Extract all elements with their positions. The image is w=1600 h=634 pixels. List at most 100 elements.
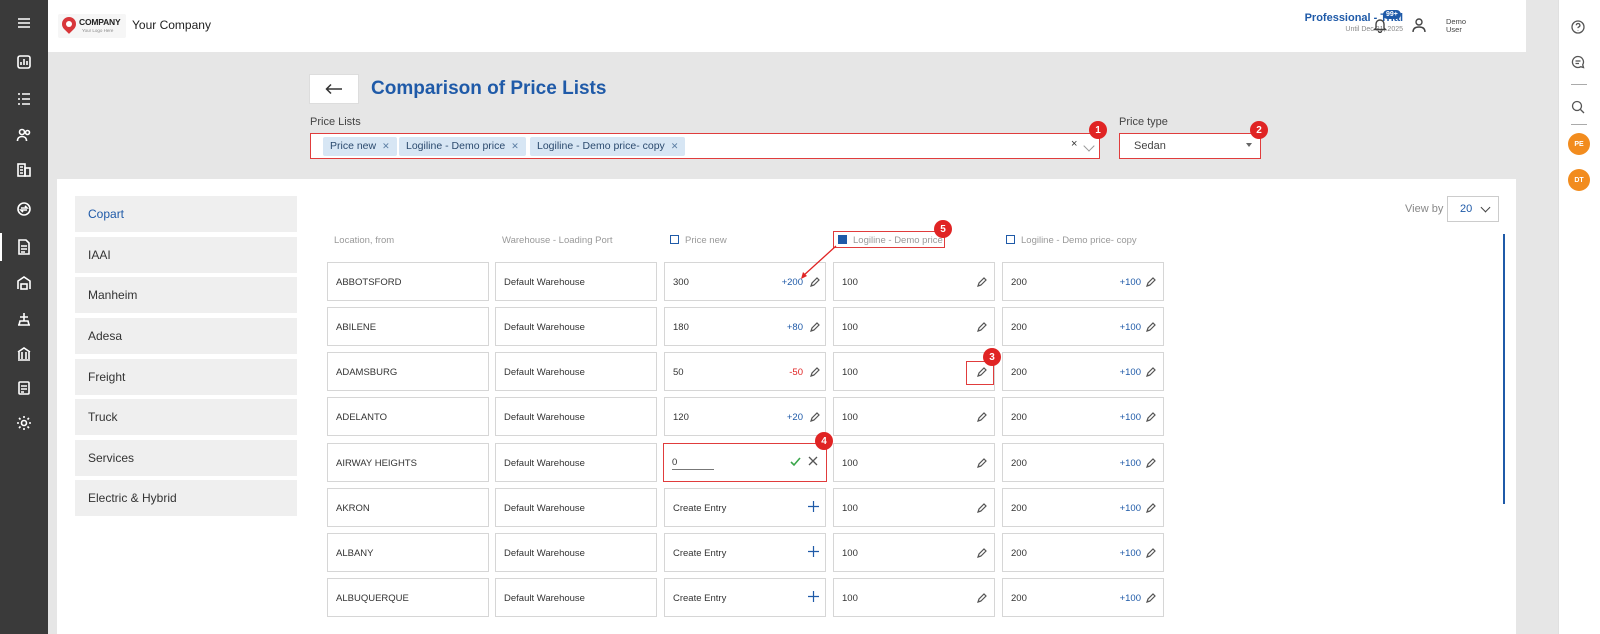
bank-icon[interactable]: [0, 336, 48, 372]
table-cell-demo-price[interactable]: 100: [833, 488, 995, 527]
price-type-select[interactable]: Sedan: [1119, 133, 1261, 159]
avatar[interactable]: DT: [1568, 169, 1590, 191]
price-list-chip[interactable]: Logiline - Demo price ✕: [399, 137, 526, 156]
user-name[interactable]: Demo User: [1446, 18, 1476, 34]
category-item-iaai[interactable]: IAAI: [75, 237, 297, 273]
create-entry-text: Create Entry: [673, 548, 727, 559]
category-item-freight[interactable]: Freight: [75, 359, 297, 395]
warehouse-text: Default Warehouse: [504, 367, 585, 378]
table-cell-price-new-create[interactable]: Create Entry: [664, 533, 826, 572]
table-cell-warehouse: Default Warehouse: [495, 578, 657, 617]
edit-pencil-icon[interactable]: [1145, 548, 1156, 559]
edit-pencil-icon[interactable]: [1145, 593, 1156, 604]
edit-pencil-icon[interactable]: [1145, 503, 1156, 514]
exchange-icon[interactable]: [0, 191, 48, 227]
price-list-chip[interactable]: Logiline - Demo price- copy ✕: [530, 137, 686, 156]
table-cell-demo-price-copy[interactable]: 200 +100: [1002, 262, 1164, 301]
checkbox[interactable]: [670, 235, 679, 244]
edit-pencil-icon[interactable]: [1145, 458, 1156, 469]
port-icon[interactable]: [0, 301, 48, 337]
table-cell-demo-price-copy[interactable]: 200 +100: [1002, 488, 1164, 527]
price-lists-select[interactable]: Price new ✕ Logiline - Demo price ✕ Logili…: [310, 133, 1100, 159]
table-cell-demo-price[interactable]: 100: [833, 262, 995, 301]
chip-remove-icon[interactable]: ✕: [511, 141, 519, 151]
category-item-manheim[interactable]: Manheim: [75, 277, 297, 313]
add-plus-icon[interactable]: [808, 591, 819, 602]
warehouse-text: Default Warehouse: [504, 548, 585, 559]
table-cell-demo-price-copy[interactable]: 200 +100: [1002, 578, 1164, 617]
list-icon[interactable]: [0, 81, 48, 117]
edit-pencil-icon[interactable]: [809, 277, 820, 288]
table-cell-price-new-create[interactable]: Create Entry: [664, 488, 826, 527]
table-cell-demo-price-copy[interactable]: 200 +100: [1002, 397, 1164, 436]
add-plus-icon[interactable]: [808, 501, 819, 512]
category-item-adesa[interactable]: Adesa: [75, 318, 297, 354]
table-cell-demo-price[interactable]: 100: [833, 578, 995, 617]
column-header-price-new[interactable]: Price new: [670, 235, 727, 246]
table-cell-price-new[interactable]: 120 +20: [664, 397, 826, 436]
edit-pencil-icon[interactable]: [809, 367, 820, 378]
notification-bell-icon[interactable]: [1372, 17, 1388, 34]
settings-icon[interactable]: [0, 405, 48, 441]
add-plus-icon[interactable]: [808, 546, 819, 557]
help-icon[interactable]: [1571, 20, 1587, 36]
table-cell-demo-price-copy[interactable]: 200 +100: [1002, 352, 1164, 391]
edit-pencil-icon[interactable]: [976, 322, 987, 333]
table-cell-demo-price[interactable]: 100: [833, 443, 995, 482]
price-list-icon[interactable]: [0, 229, 48, 265]
building-icon[interactable]: [0, 152, 48, 188]
column-header-demo-price-copy[interactable]: Logiline - Demo price- copy: [1006, 235, 1137, 246]
chip-label: Logiline - Demo price: [406, 140, 506, 152]
category-item-truck[interactable]: Truck: [75, 399, 297, 435]
table-cell-demo-price-copy[interactable]: 200 +100: [1002, 533, 1164, 572]
edit-pencil-icon[interactable]: [1145, 277, 1156, 288]
table-cell-demo-price[interactable]: 100: [833, 307, 995, 346]
price-edit-input[interactable]: [672, 456, 714, 470]
edit-pencil-icon[interactable]: [809, 412, 820, 423]
edit-pencil-icon[interactable]: [976, 412, 987, 423]
warehouse-text: Default Warehouse: [504, 503, 585, 514]
logo-name: COMPANY: [79, 17, 121, 27]
category-item-services[interactable]: Services: [75, 440, 297, 476]
clear-all-icon[interactable]: ×: [1071, 138, 1077, 150]
edit-pencil-icon[interactable]: [976, 548, 987, 559]
price-list-chip[interactable]: Price new ✕: [323, 137, 397, 156]
checkbox[interactable]: [1006, 235, 1015, 244]
menu-icon[interactable]: [0, 5, 48, 41]
table-cell-demo-price-copy[interactable]: 200 +100: [1002, 307, 1164, 346]
user-icon[interactable]: [1411, 17, 1427, 33]
invoice-icon[interactable]: [0, 370, 48, 406]
vertical-scrollbar[interactable]: [1503, 234, 1505, 504]
edit-pencil-icon[interactable]: [976, 458, 987, 469]
category-item-copart[interactable]: Copart: [75, 196, 297, 232]
cancel-close-icon[interactable]: [808, 456, 818, 466]
edit-pencil-icon[interactable]: [1145, 412, 1156, 423]
table-cell-price-new[interactable]: 180 +80: [664, 307, 826, 346]
warehouse-icon[interactable]: [0, 265, 48, 301]
edit-pencil-icon[interactable]: [1145, 322, 1156, 333]
back-button[interactable]: [309, 74, 359, 104]
chat-icon[interactable]: [1571, 55, 1587, 71]
table-cell-price-new-create[interactable]: Create Entry: [664, 578, 826, 617]
confirm-check-icon[interactable]: [790, 456, 801, 467]
table-cell-demo-price[interactable]: 100: [833, 533, 995, 572]
table-cell-demo-price-copy[interactable]: 200 +100: [1002, 443, 1164, 482]
edit-pencil-icon[interactable]: [809, 322, 820, 333]
edit-pencil-icon[interactable]: [1145, 367, 1156, 378]
edit-pencil-icon[interactable]: [976, 277, 987, 288]
table-cell-price-new[interactable]: 50 -50: [664, 352, 826, 391]
edit-pencil-icon[interactable]: [976, 503, 987, 514]
category-item-electric-hybrid[interactable]: Electric & Hybrid: [75, 480, 297, 516]
edit-pencil-icon[interactable]: [976, 593, 987, 604]
users-icon[interactable]: [0, 117, 48, 153]
company-logo[interactable]: COMPANY Your Logo Here: [58, 14, 126, 38]
chip-remove-icon[interactable]: ✕: [382, 141, 390, 151]
chip-remove-icon[interactable]: ✕: [671, 141, 679, 151]
table-cell-price-new[interactable]: 300 +200: [664, 262, 826, 301]
search-icon[interactable]: [1571, 100, 1587, 116]
avatar[interactable]: PE: [1568, 133, 1590, 155]
table-cell-demo-price[interactable]: 100: [833, 397, 995, 436]
price-delta: +100: [1119, 593, 1141, 604]
view-by-select[interactable]: 20: [1447, 196, 1499, 222]
dashboard-icon[interactable]: [0, 44, 48, 80]
